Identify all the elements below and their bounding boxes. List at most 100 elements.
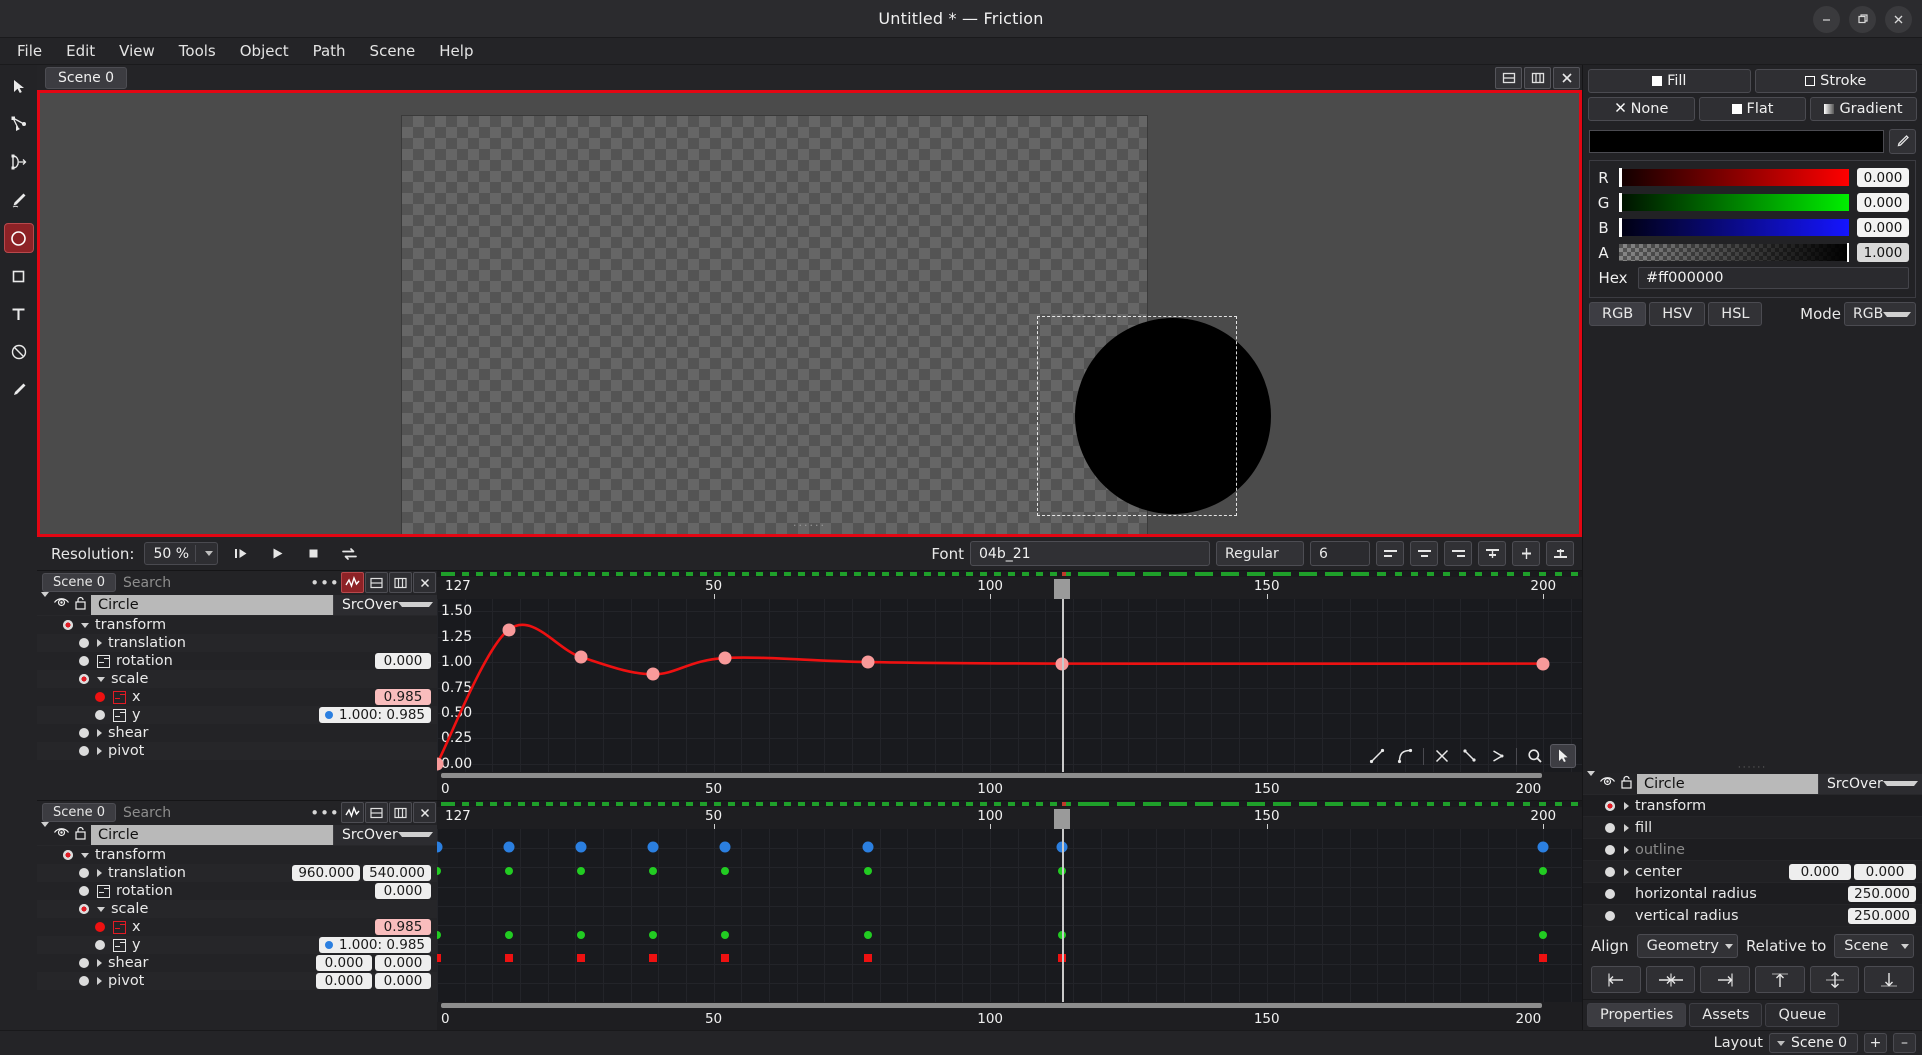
dopesheet-object-header[interactable]: Circle SrcOver [37,824,437,846]
add-layout-button[interactable]: + [1864,1033,1887,1053]
lock-icon[interactable] [1620,775,1633,793]
select-arrow-icon[interactable] [1550,744,1576,768]
record-dot[interactable] [79,958,89,968]
none-paint-button[interactable]: None [1588,97,1695,121]
maximize-button[interactable] [1849,6,1876,33]
split-horizontal-icon[interactable] [1495,67,1522,89]
dopesheet-scene-tab[interactable]: Scene 0 [42,803,116,822]
object-tree-row-center[interactable]: center0.0000.000 [1583,861,1922,883]
stop-icon[interactable] [300,542,326,566]
scrollbar-thumb[interactable] [441,773,1542,778]
dopesheet-prop-row-x[interactable]: x0.985 [37,918,437,936]
dopesheet-keyframe-dot[interactable] [577,931,585,939]
layout-combo[interactable]: Scene 0 [1769,1033,1858,1053]
symmetric-node-icon[interactable] [1429,744,1455,768]
record-dot[interactable] [79,728,89,738]
graph-bottom-ruler[interactable]: 050100150200 [437,779,1582,800]
play-icon[interactable] [264,542,290,566]
zoom-icon[interactable] [1522,744,1548,768]
close-panel-icon[interactable] [413,802,436,823]
dopesheet-bottom-ruler[interactable]: 050100150200 [437,1009,1582,1030]
record-dot[interactable] [79,886,89,896]
timeline-prop-value[interactable]: 1.000: 0.985 [319,707,431,723]
dopesheet-prop-value-0[interactable]: 0.000 [316,973,372,989]
split-horizontal-icon[interactable] [365,802,388,823]
object-tree-value-0[interactable]: 0.000 [1789,864,1851,880]
menu-file[interactable]: File [6,39,53,63]
record-dot[interactable] [1605,823,1615,833]
flat-paint-button[interactable]: Flat [1699,97,1806,121]
dopesheet-keyframe-dot[interactable] [863,842,874,853]
timeline-object-header[interactable]: Circle SrcOver [37,594,437,616]
timeline-search-input[interactable]: Search [119,575,312,591]
record-dot[interactable] [95,710,105,720]
channel-g-value[interactable]: 0.000 [1857,193,1909,212]
object-tree-row-vertical-radius[interactable]: vertical radius250.000 [1583,905,1922,927]
split-vertical-icon[interactable] [389,802,412,823]
record-dot[interactable] [1605,889,1615,899]
dopesheet-prop-row-shear[interactable]: shear0.0000.000 [37,954,437,972]
align-center-h-icon[interactable] [1646,966,1696,993]
dopesheet-keyframe-square[interactable] [577,954,585,962]
dopesheet-prop-value-1[interactable]: 0.000 [375,973,431,989]
graph-editor-toggle-icon[interactable] [341,572,364,593]
select-tool[interactable] [4,71,34,101]
expand-arrow-icon[interactable] [97,959,102,967]
menu-object[interactable]: Object [229,39,300,63]
timeline-prop-row-y[interactable]: y1.000: 0.985 [37,706,437,724]
timeline-prop-row-shear[interactable]: shear [37,724,437,742]
collapse-arrow-icon[interactable] [97,907,105,912]
channel-r-value[interactable]: 0.000 [1857,168,1909,187]
timeline-more-button[interactable]: ••• [312,572,338,593]
keyframe-icon[interactable] [113,939,126,952]
align-middle-icon[interactable] [1512,541,1540,566]
dopesheet-prop-value-0[interactable]: 0.985 [375,919,431,935]
dopesheet-keyframe-dot[interactable] [649,867,657,875]
object-tree-header[interactable]: Circle SrcOver [1583,773,1922,795]
menu-edit[interactable]: Edit [55,39,106,63]
lock-icon[interactable] [74,826,87,844]
expand-arrow-icon[interactable] [1624,868,1629,876]
dopesheet-keyframe-dot[interactable] [864,931,872,939]
record-dot[interactable] [1605,911,1615,921]
hsv-mode-button[interactable]: HSV [1649,302,1705,326]
expand-arrow-icon[interactable] [97,639,102,647]
current-color-swatch[interactable] [1589,130,1884,153]
object-tree-name[interactable]: Circle [1637,774,1818,794]
expand-arrow-icon[interactable] [97,747,102,755]
object-tree-row-horizontal-radius[interactable]: horizontal radius250.000 [1583,883,1922,905]
smooth-curve-icon[interactable] [1392,744,1418,768]
font-family-combo[interactable]: 04b_21 [970,541,1210,566]
timeline-blend-mode-combo[interactable]: SrcOver [333,595,437,615]
align-geometry-combo[interactable]: Geometry [1637,934,1738,958]
visibility-eye-icon[interactable] [53,826,70,843]
split-vertical-icon[interactable] [1524,67,1551,89]
dopesheet-prop-row-transform[interactable]: transform [37,846,437,864]
timeline-prop-value-0[interactable]: 0.985 [375,689,431,705]
scrollbar-thumb[interactable] [441,1003,1542,1008]
eyedropper-icon[interactable] [1889,129,1916,154]
record-dot-active[interactable] [1605,801,1615,811]
text-tool[interactable] [4,299,34,329]
dopesheet-more-button[interactable]: ••• [312,802,338,823]
eyedropper-tool[interactable] [4,375,34,405]
dopesheet-prop-row-pivot[interactable]: pivot0.0000.000 [37,972,437,990]
align-center-v-icon[interactable] [1810,966,1860,993]
dopesheet-keyframe-dot[interactable] [437,931,441,939]
object-tree-value-1[interactable]: 0.000 [1854,864,1916,880]
expand-arrow-icon[interactable] [1587,776,1595,792]
record-dot-active[interactable] [63,620,73,630]
dopesheet-keyframe-dot[interactable] [864,867,872,875]
rectangle-tool[interactable] [4,261,34,291]
dopesheet-prop-value-1[interactable]: 540.000 [363,865,431,881]
timeline-prop-value-0[interactable]: 0.000 [375,653,431,669]
align-top-icon[interactable] [1755,966,1805,993]
collapse-arrow-icon[interactable] [81,623,89,628]
playhead-handle[interactable] [1054,809,1070,829]
dopesheet-prop-value-0[interactable]: 0.000 [316,955,372,971]
align-bottom-icon[interactable] [1864,966,1914,993]
play-preview-icon[interactable] [228,542,254,566]
dopesheet-keyframe-dot[interactable] [503,842,514,853]
hex-input[interactable]: #ff000000 [1638,267,1909,289]
timeline-prop-row-rotation[interactable]: rotation0.000 [37,652,437,670]
